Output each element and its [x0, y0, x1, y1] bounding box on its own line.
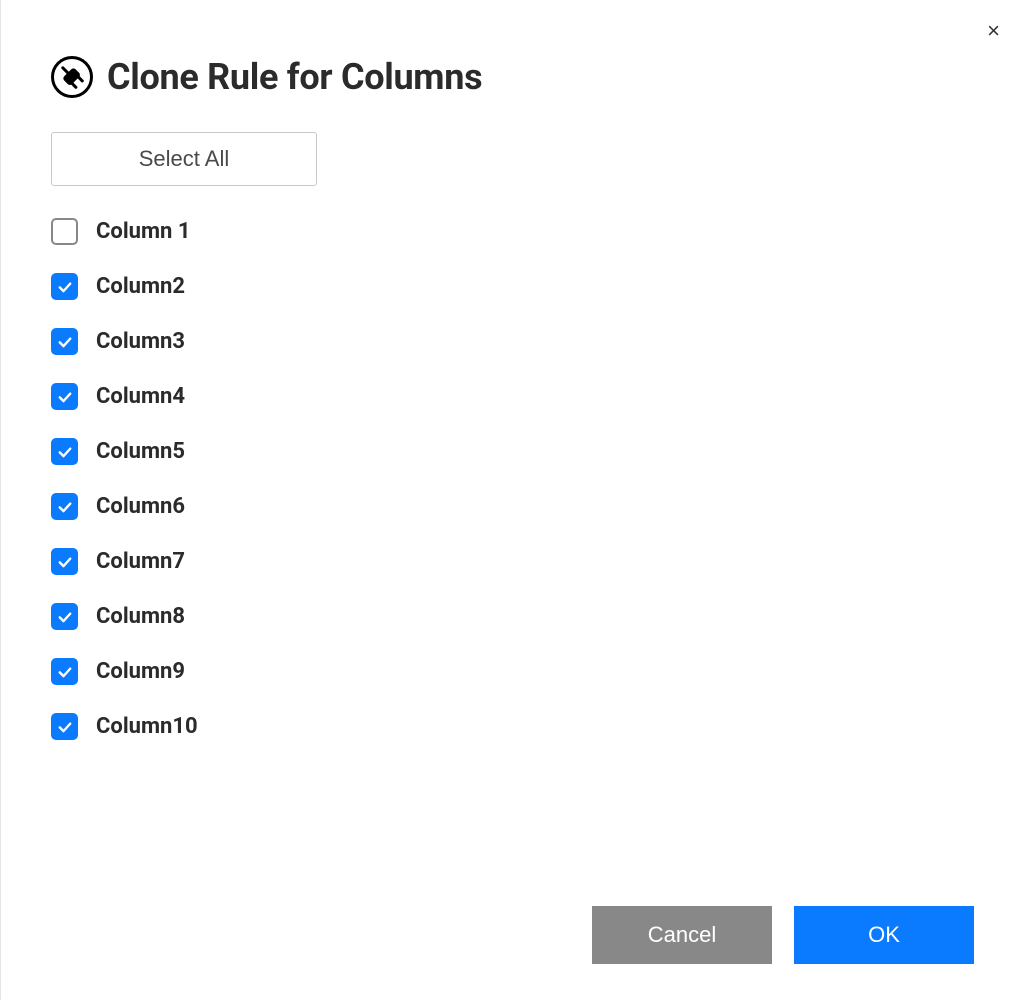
- dialog-footer: Cancel OK: [592, 906, 974, 964]
- column-row: Column10: [51, 713, 974, 740]
- column-list: Column 1 Column2 Column3 Column4 Column5 Colu…: [51, 218, 974, 740]
- column-checkbox[interactable]: [51, 383, 78, 410]
- check-icon: [56, 553, 74, 571]
- column-row: Column5: [51, 438, 974, 465]
- column-row: Column7: [51, 548, 974, 575]
- column-label: Column9: [96, 659, 185, 684]
- column-row: Column2: [51, 273, 974, 300]
- column-row: Column9: [51, 658, 974, 685]
- column-row: Column8: [51, 603, 974, 630]
- check-icon: [56, 278, 74, 296]
- column-checkbox[interactable]: [51, 328, 78, 355]
- column-label: Column4: [96, 384, 185, 409]
- column-checkbox[interactable]: [51, 493, 78, 520]
- plug-icon: [51, 56, 93, 98]
- check-icon: [56, 498, 74, 516]
- column-row: Column4: [51, 383, 974, 410]
- column-row: Column3: [51, 328, 974, 355]
- column-row: Column 1: [51, 218, 974, 245]
- select-all-button[interactable]: Select All: [51, 132, 317, 186]
- column-checkbox[interactable]: [51, 273, 78, 300]
- column-checkbox[interactable]: [51, 603, 78, 630]
- cancel-button[interactable]: Cancel: [592, 906, 772, 964]
- column-label: Column7: [96, 549, 185, 574]
- close-icon: ×: [987, 18, 1000, 43]
- close-button[interactable]: ×: [987, 20, 1000, 42]
- column-checkbox[interactable]: [51, 658, 78, 685]
- column-checkbox[interactable]: [51, 438, 78, 465]
- ok-button[interactable]: OK: [794, 906, 974, 964]
- column-row: Column6: [51, 493, 974, 520]
- column-label: Column3: [96, 329, 185, 354]
- column-label: Column5: [96, 439, 185, 464]
- column-label: Column2: [96, 274, 185, 299]
- dialog-header: Clone Rule for Columns: [51, 56, 974, 98]
- column-checkbox[interactable]: [51, 713, 78, 740]
- column-checkbox[interactable]: [51, 548, 78, 575]
- check-icon: [56, 718, 74, 736]
- clone-rule-dialog: × Clone Rule for Columns Select All Colu…: [0, 0, 1024, 1000]
- column-label: Column6: [96, 494, 185, 519]
- column-checkbox[interactable]: [51, 218, 78, 245]
- check-icon: [56, 443, 74, 461]
- check-icon: [56, 663, 74, 681]
- check-icon: [56, 608, 74, 626]
- check-icon: [56, 388, 74, 406]
- column-label: Column10: [96, 714, 198, 739]
- column-label: Column 1: [96, 219, 190, 244]
- dialog-title: Clone Rule for Columns: [107, 56, 482, 98]
- check-icon: [56, 333, 74, 351]
- column-label: Column8: [96, 604, 185, 629]
